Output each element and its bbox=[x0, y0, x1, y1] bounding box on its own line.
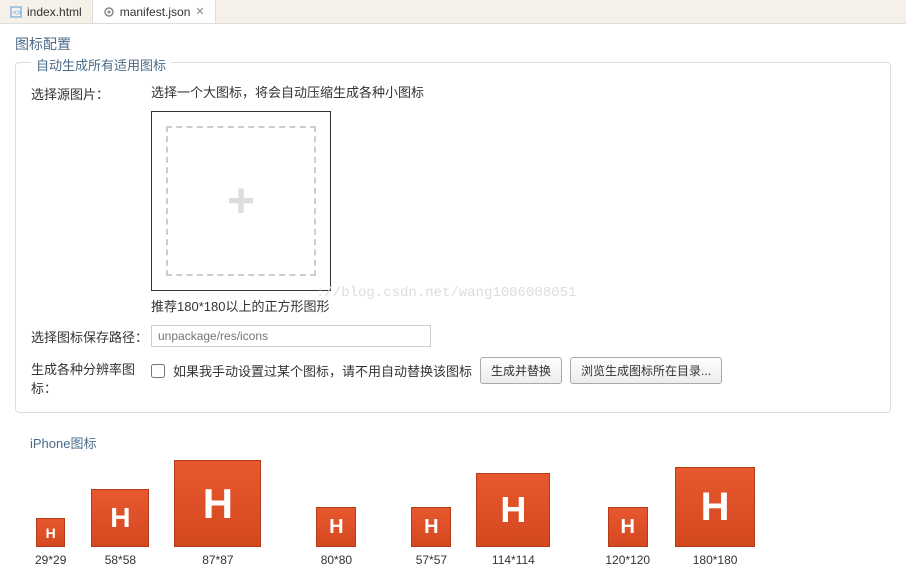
generate-label: 生成各种分辨率图标： bbox=[31, 357, 151, 397]
browse-button[interactable]: 浏览生成图标所在目录... bbox=[570, 357, 722, 384]
icon-size-label: 58*58 bbox=[105, 553, 136, 567]
icon-grid: H 29*29 H 58*58 H 87*87 H 80*80 H 57*57 … bbox=[30, 460, 876, 567]
app-icon: H bbox=[91, 489, 149, 547]
app-icon: H bbox=[608, 507, 648, 547]
app-icon: H bbox=[36, 518, 65, 547]
save-path-input[interactable] bbox=[151, 325, 431, 347]
image-size-hint: 推荐180*180以上的正方形图形 bbox=[151, 296, 875, 315]
json-file-icon bbox=[103, 6, 115, 18]
icon-size-label: 180*180 bbox=[693, 553, 738, 567]
app-icon: H bbox=[316, 507, 356, 547]
plus-icon: + bbox=[227, 174, 255, 229]
generate-button[interactable]: 生成并替换 bbox=[480, 357, 562, 384]
icon-item-58[interactable]: H 58*58 bbox=[91, 489, 149, 567]
close-icon[interactable]: ✕ bbox=[195, 5, 204, 18]
icon-item-120[interactable]: H 120*120 bbox=[605, 507, 650, 567]
no-replace-checkbox[interactable] bbox=[151, 364, 165, 378]
image-drop-zone[interactable]: + bbox=[151, 111, 331, 291]
image-drop-inner: + bbox=[166, 126, 316, 276]
page-title: 图标配置 bbox=[15, 34, 891, 54]
icon-item-80[interactable]: H 80*80 bbox=[316, 507, 356, 567]
icon-size-label: 57*57 bbox=[416, 553, 447, 567]
select-source-hint: 选择一个大图标，将会自动压缩生成各种小图标 bbox=[151, 82, 875, 101]
app-icon: H bbox=[675, 467, 755, 547]
icon-item-180[interactable]: H 180*180 bbox=[675, 467, 755, 567]
svg-text:<>: <> bbox=[13, 10, 21, 17]
icon-item-57[interactable]: H 57*57 bbox=[411, 507, 451, 567]
auto-generate-section: 自动生成所有适用图标 选择源图片： 选择一个大图标，将会自动压缩生成各种小图标 … bbox=[15, 62, 891, 413]
checkbox-label: 如果我手动设置过某个图标，请不用自动替换该图标 bbox=[173, 361, 472, 380]
icon-item-114[interactable]: H 114*114 bbox=[476, 473, 550, 567]
icon-size-label: 87*87 bbox=[202, 553, 233, 567]
section-title: 自动生成所有适用图标 bbox=[31, 55, 171, 74]
iphone-section-title: iPhone图标 bbox=[30, 433, 876, 452]
tab-label: manifest.json bbox=[120, 5, 191, 19]
select-source-label: 选择源图片： bbox=[31, 82, 151, 103]
iphone-icons-section: iPhone图标 H 29*29 H 58*58 H 87*87 H 80*80… bbox=[15, 433, 891, 567]
save-path-label: 选择图标保存路径： bbox=[31, 325, 151, 346]
app-icon: H bbox=[476, 473, 550, 547]
tab-label: index.html bbox=[27, 5, 82, 19]
tab-index-html[interactable]: <> index.html bbox=[0, 0, 93, 23]
tab-manifest-json[interactable]: manifest.json ✕ bbox=[93, 0, 216, 23]
main-content: 图标配置 自动生成所有适用图标 选择源图片： 选择一个大图标，将会自动压缩生成各… bbox=[0, 24, 906, 577]
icon-item-87[interactable]: H 87*87 bbox=[174, 460, 261, 567]
app-icon: H bbox=[174, 460, 261, 547]
icon-size-label: 29*29 bbox=[35, 553, 66, 567]
icon-size-label: 114*114 bbox=[492, 553, 535, 567]
icon-size-label: 120*120 bbox=[605, 553, 650, 567]
html-file-icon: <> bbox=[10, 6, 22, 18]
icon-item-29[interactable]: H 29*29 bbox=[35, 518, 66, 567]
app-icon: H bbox=[411, 507, 451, 547]
icon-size-label: 80*80 bbox=[321, 553, 352, 567]
tab-bar: <> index.html manifest.json ✕ bbox=[0, 0, 906, 24]
